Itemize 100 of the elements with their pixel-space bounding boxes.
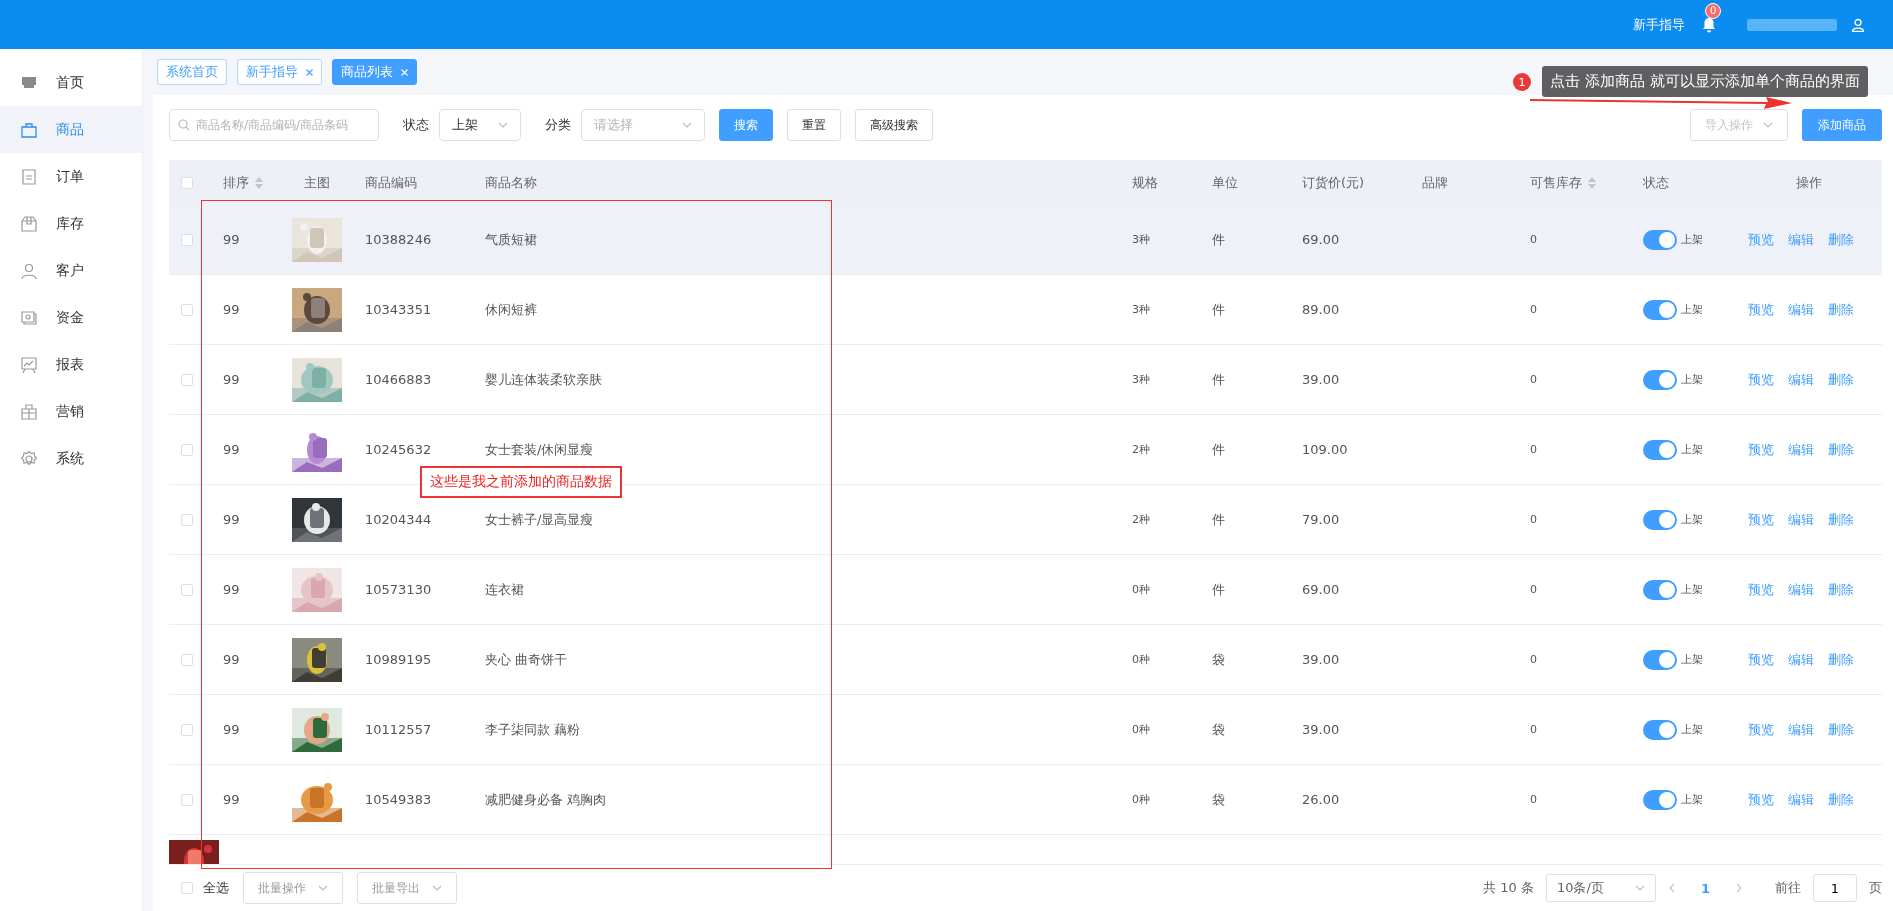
table-row[interactable]: 99 10549383 减肥健身必备 鸡胸肉 0种 袋 26.00 0 上架 预览 编辑 删除: [169, 765, 1882, 835]
action-link[interactable]: 编辑: [1788, 790, 1814, 809]
toggle-switch[interactable]: [1643, 789, 1677, 810]
table-row[interactable]: 99 10989195 夹心 曲奇饼干 0种 袋 39.00 0 上架 预览 编辑 删除: [169, 625, 1882, 695]
action-link[interactable]: 预览: [1748, 720, 1774, 739]
action-link[interactable]: 删除: [1828, 440, 1854, 459]
chevron-down-icon: [1634, 885, 1645, 891]
checkbox[interactable]: [181, 176, 193, 189]
checkbox[interactable]: [181, 373, 193, 386]
checkbox[interactable]: [181, 303, 193, 316]
action-link[interactable]: 删除: [1828, 510, 1854, 529]
action-link[interactable]: 编辑: [1788, 230, 1814, 249]
toggle-switch[interactable]: [1643, 299, 1677, 320]
sidebar-item[interactable]: 订单: [0, 153, 142, 200]
sidebar-item[interactable]: 系统: [0, 435, 142, 482]
action-link[interactable]: 删除: [1828, 230, 1854, 249]
chevron-down-icon: [682, 122, 692, 128]
column-header[interactable]: 可售库存: [1530, 173, 1596, 192]
action-link[interactable]: 删除: [1828, 300, 1854, 319]
checkbox[interactable]: [181, 583, 193, 596]
table-cell-text: 39.00: [1301, 652, 1341, 667]
action-link[interactable]: 预览: [1748, 510, 1774, 529]
guide-link[interactable]: 新手指导: [1633, 15, 1685, 34]
action-link[interactable]: 编辑: [1788, 720, 1814, 739]
table-cell-text: 减肥健身必备 鸡胸肉: [484, 790, 608, 809]
checkbox[interactable]: [181, 882, 193, 894]
toggle-switch[interactable]: [1643, 719, 1677, 740]
table-cell-text: 0种: [1131, 652, 1151, 667]
toggle-switch[interactable]: [1643, 649, 1677, 670]
sort-icon[interactable]: [255, 176, 263, 189]
close-icon[interactable]: [306, 68, 313, 76]
sidebar-item[interactable]: 资金: [0, 294, 142, 341]
sort-icon[interactable]: [1588, 176, 1596, 189]
action-link[interactable]: 预览: [1748, 300, 1774, 319]
filter-button[interactable]: 高级搜索: [855, 109, 933, 141]
action-link[interactable]: 删除: [1828, 720, 1854, 739]
checkbox[interactable]: [181, 653, 193, 666]
bulk-dropdown[interactable]: 批量操作: [243, 872, 343, 904]
action-link[interactable]: 预览: [1748, 370, 1774, 389]
bulk-dropdown[interactable]: 批量导出: [357, 872, 457, 904]
table-row[interactable]: 99 10573130 连衣裙 0种 件 69.00 0 上架 预览 编辑 删除: [169, 555, 1882, 625]
user-icon[interactable]: [1851, 17, 1865, 32]
checkbox[interactable]: [181, 793, 193, 806]
table-row[interactable]: 99 10112557 李子柒同款 藕粉 0种 袋 39.00 0 上架 预览 编辑 删除: [169, 695, 1882, 765]
action-link[interactable]: 删除: [1828, 370, 1854, 389]
page-input[interactable]: 1: [1813, 874, 1857, 902]
action-link[interactable]: 删除: [1828, 580, 1854, 599]
add-product-button[interactable]: 添加商品: [1802, 109, 1882, 141]
action-link[interactable]: 预览: [1748, 230, 1774, 249]
action-link[interactable]: 预览: [1748, 440, 1774, 459]
checkbox[interactable]: [181, 723, 193, 736]
category-select[interactable]: 请选择: [581, 109, 705, 141]
action-link[interactable]: 预览: [1748, 790, 1774, 809]
sidebar-item[interactable]: 营销: [0, 388, 142, 435]
chevron-left-icon[interactable]: [1667, 883, 1675, 893]
checkbox[interactable]: [181, 513, 193, 526]
bell-icon[interactable]: [1702, 16, 1716, 33]
sidebar-item[interactable]: 库存: [0, 200, 142, 247]
action-link[interactable]: 编辑: [1788, 510, 1814, 529]
tab[interactable]: 新手指导: [237, 59, 322, 85]
table-row[interactable]: 99 10466883 婴儿连体装柔软亲肤 3种 件 39.00 0 上架 预览 编辑 删除: [169, 345, 1882, 415]
action-link[interactable]: 编辑: [1788, 650, 1814, 669]
gift-icon: [20, 402, 38, 421]
sidebar-item[interactable]: 客户: [0, 247, 142, 294]
page-number[interactable]: 1: [1700, 880, 1710, 896]
sidebar-item[interactable]: 首页: [0, 59, 142, 106]
sidebar-item[interactable]: 报表: [0, 341, 142, 388]
table-row[interactable]: 99 10343351 休闲短裤 3种 件 89.00 0 上架 预览 编辑 删除: [169, 275, 1882, 345]
import-dropdown[interactable]: 导入操作: [1690, 109, 1788, 141]
action-link[interactable]: 编辑: [1788, 580, 1814, 599]
tab[interactable]: 商品列表: [332, 59, 417, 85]
action-link[interactable]: 编辑: [1788, 440, 1814, 459]
action-link[interactable]: 编辑: [1788, 300, 1814, 319]
search-field[interactable]: 商品名称/商品编码/商品条码: [169, 109, 379, 141]
sidebar-item[interactable]: 商品: [0, 106, 142, 153]
checkbox[interactable]: [181, 443, 193, 456]
tab[interactable]: 系统首页: [157, 59, 227, 85]
toggle-switch[interactable]: [1643, 509, 1677, 530]
toggle-switch[interactable]: [1643, 369, 1677, 390]
column-header[interactable]: 排序: [223, 173, 263, 192]
toggle-switch[interactable]: [1643, 439, 1677, 460]
toggle-switch[interactable]: [1643, 579, 1677, 600]
toggle-switch[interactable]: [1643, 229, 1677, 250]
action-link[interactable]: 预览: [1748, 650, 1774, 669]
action-link[interactable]: 编辑: [1788, 370, 1814, 389]
action-link[interactable]: 删除: [1828, 650, 1854, 669]
action-link[interactable]: 删除: [1828, 790, 1854, 809]
chevron-down-icon: [498, 122, 508, 128]
table-cell-text: 3种: [1131, 232, 1151, 247]
filter-button[interactable]: 重置: [787, 109, 841, 141]
chevron-right-icon[interactable]: [1736, 883, 1743, 893]
action-link[interactable]: 预览: [1748, 580, 1774, 599]
table-cell-text: 3种: [1131, 302, 1151, 317]
status-select[interactable]: 上架: [439, 109, 521, 141]
search-button[interactable]: 搜索: [719, 109, 773, 141]
status-label: 上架: [1681, 372, 1703, 387]
table-row[interactable]: 99 10388246 气质短裙 3种 件 69.00 0 上架 预览 编辑 删除: [169, 205, 1882, 275]
page-size-select[interactable]: 10条/页: [1545, 874, 1656, 902]
status-label: 上架: [1681, 302, 1703, 317]
checkbox[interactable]: [181, 233, 193, 246]
